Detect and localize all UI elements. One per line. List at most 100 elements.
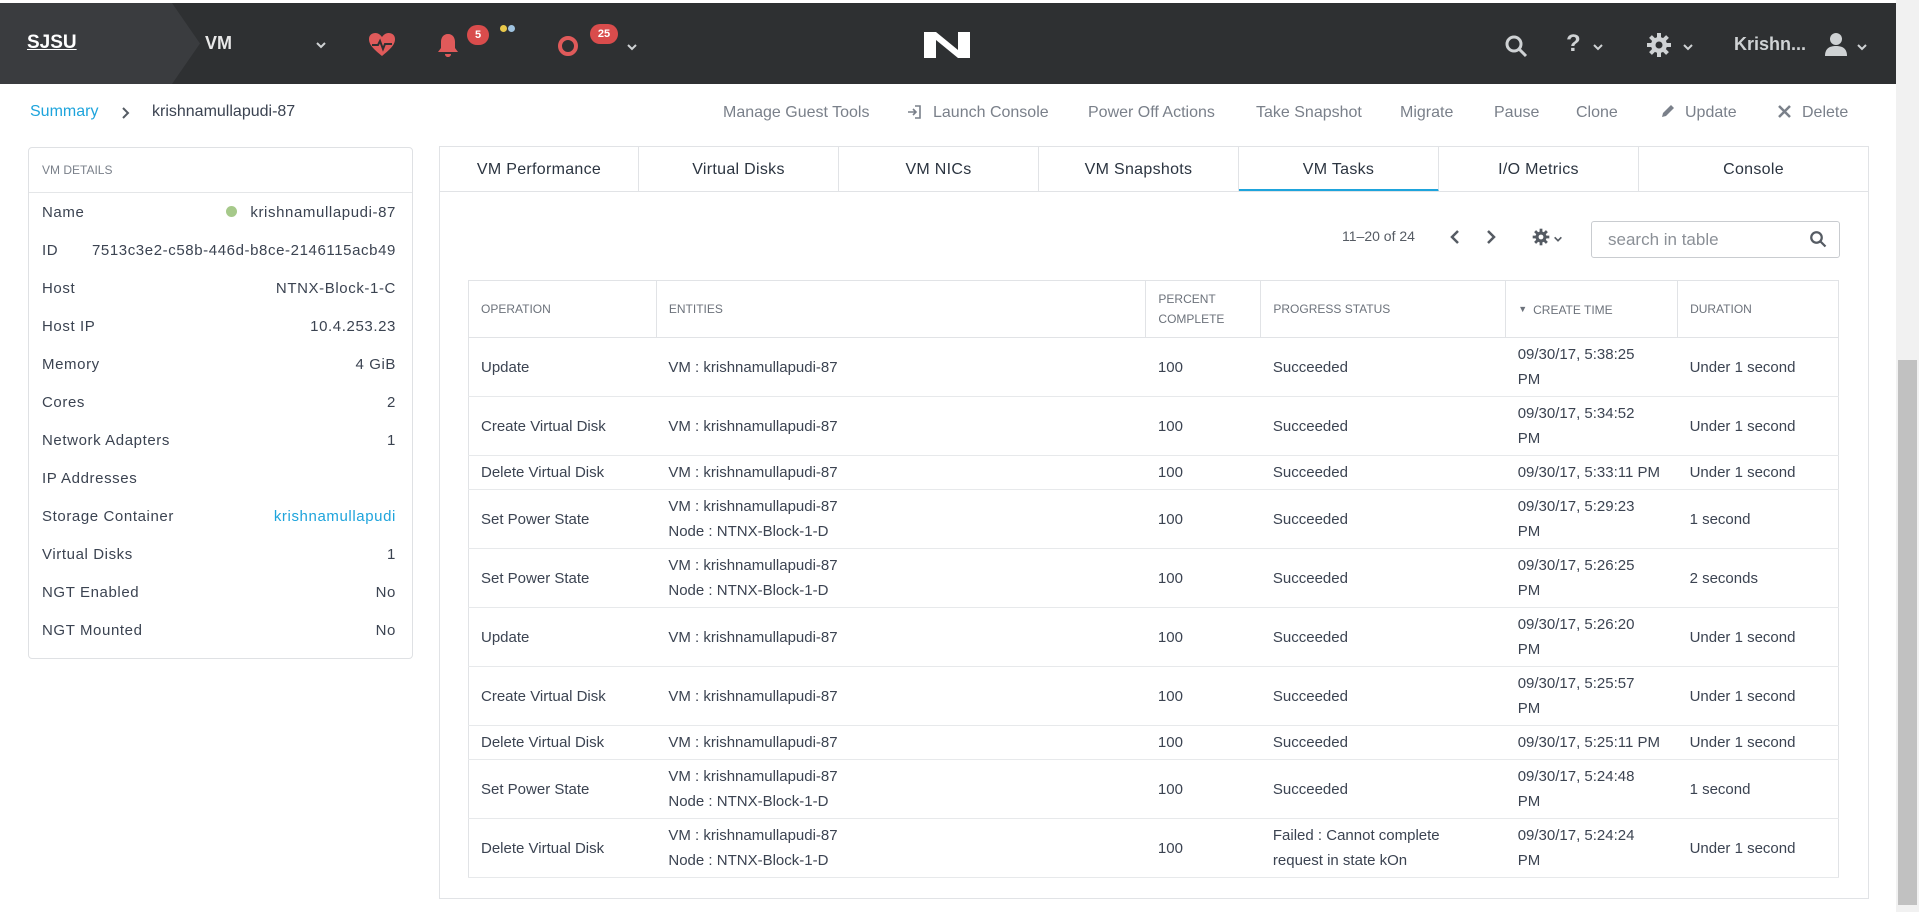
tab-vm-snapshots[interactable]: VM Snapshots xyxy=(1039,147,1239,192)
time-line: PM xyxy=(1517,700,1541,717)
storage-container-link[interactable]: krishnamullapudi xyxy=(274,508,396,525)
close-icon[interactable] xyxy=(1777,104,1792,119)
column-header-percent-complete[interactable]: PERCENT COMPLETE xyxy=(1145,280,1262,338)
column-header-create-time[interactable]: ▼ CREATE TIME xyxy=(1505,280,1679,338)
time-line: 09/30/17, 5:24:48 xyxy=(1517,768,1635,785)
alerts-bell-icon[interactable] xyxy=(437,33,459,58)
search-icon[interactable] xyxy=(1809,230,1827,248)
detail-value: krishnamullapudi-87 xyxy=(226,204,396,221)
tab-virtual-disks[interactable]: Virtual Disks xyxy=(639,147,839,192)
tab-console[interactable]: Console xyxy=(1639,147,1868,192)
time-line: PM xyxy=(1517,430,1541,447)
detail-value: 10.4.253.23 xyxy=(310,318,396,335)
user-avatar-icon[interactable] xyxy=(1824,32,1848,56)
tab-vm-performance[interactable]: VM Performance xyxy=(440,147,639,192)
chevron-down-icon[interactable] xyxy=(315,39,327,51)
cluster-name-tab[interactable]: SJSU xyxy=(0,3,200,84)
cell-entities: VM : krishnamullapudi-87 xyxy=(656,337,1146,397)
detail-key: Host IP xyxy=(42,318,96,335)
detail-row-network-adapters: Network Adapters 1 xyxy=(42,432,396,452)
cell-create-time: 09/30/17, 5:34:52 PM xyxy=(1505,396,1678,456)
tab-io-metrics[interactable]: I/O Metrics xyxy=(1439,147,1639,192)
scrollbar-thumb[interactable] xyxy=(1898,360,1917,905)
detail-row-ngt-mounted: NGT Mounted No xyxy=(42,622,396,642)
previous-page-icon[interactable] xyxy=(1449,230,1461,244)
table-search-input[interactable]: search in table xyxy=(1591,221,1840,258)
entity-vm: VM : krishnamullapudi-87 xyxy=(668,827,838,844)
breadcrumb-current: krishnamullapudi-87 xyxy=(152,103,296,120)
cluster-name[interactable]: SJSU xyxy=(27,32,77,54)
detail-row-virtual-disks: Virtual Disks 1 xyxy=(42,546,396,566)
column-header-operation[interactable]: OPERATION xyxy=(468,280,657,338)
cell-create-time: 09/30/17, 5:25:11 PM xyxy=(1505,725,1678,760)
info-dot-icon xyxy=(508,25,515,32)
launch-console-icon[interactable] xyxy=(906,104,922,120)
pencil-icon[interactable] xyxy=(1660,104,1675,119)
cell-operation: Set Power State xyxy=(468,548,657,608)
entity-node: Node : NTNX-Block-1-D xyxy=(668,582,829,599)
column-header-progress-status[interactable]: PROGRESS STATUS xyxy=(1260,280,1507,338)
delete-button[interactable]: Delete xyxy=(1802,104,1848,122)
detail-row-ip-addresses: IP Addresses xyxy=(42,470,396,490)
detail-key: NGT Mounted xyxy=(42,622,143,639)
table-row: Set Power State VM : krishnamullapudi-87… xyxy=(468,548,1839,608)
detail-key: Network Adapters xyxy=(42,432,170,449)
cell-percent: 100 xyxy=(1145,548,1261,608)
time-line: 09/30/17, 5:38:25 xyxy=(1517,346,1635,363)
launch-console-button[interactable]: Launch Console xyxy=(933,104,1049,122)
chevron-down-icon[interactable] xyxy=(1682,41,1694,53)
entity-vm: VM : krishnamullapudi-87 xyxy=(668,417,838,435)
chevron-down-icon[interactable] xyxy=(626,41,638,53)
cell-duration: Under 1 second xyxy=(1677,455,1839,490)
detail-key: Storage Container xyxy=(42,508,174,525)
cell-percent: 100 xyxy=(1145,607,1261,667)
status-dot-icon xyxy=(226,206,238,217)
time-line: PM xyxy=(1517,582,1541,599)
search-icon[interactable] xyxy=(1504,34,1528,58)
cell-entities: VM : krishnamullapudi-87 Node : NTNX-Bloc… xyxy=(656,818,1146,878)
cell-duration: Under 1 second xyxy=(1677,337,1839,397)
cell-duration: Under 1 second xyxy=(1677,725,1839,760)
next-page-icon[interactable] xyxy=(1485,230,1497,244)
user-name[interactable]: Krishn... xyxy=(1734,34,1806,55)
cell-percent: 100 xyxy=(1145,725,1261,760)
breadcrumb-summary-link[interactable]: Summary xyxy=(30,103,98,121)
detail-row-cores: Cores 2 xyxy=(42,394,396,414)
update-button[interactable]: Update xyxy=(1685,104,1737,122)
table-settings-gear-icon[interactable] xyxy=(1532,228,1550,246)
detail-key: ID xyxy=(42,242,59,259)
time-line: PM xyxy=(1517,371,1541,388)
divider xyxy=(29,192,412,193)
entity-vm: VM : krishnamullapudi-87 xyxy=(668,464,838,481)
cell-operation: Delete Virtual Disk xyxy=(468,725,657,760)
manage-guest-tools-button[interactable]: Manage Guest Tools xyxy=(723,104,869,122)
column-header-entities[interactable]: ENTITIES xyxy=(656,280,1147,338)
help-icon[interactable]: ? xyxy=(1566,30,1581,58)
detail-row-ngt-enabled: NGT Enabled No xyxy=(42,584,396,604)
chevron-down-icon[interactable] xyxy=(1856,41,1868,53)
detail-row-id: ID 7513c3e2-c58b-446d-b8ce-2146115acb49 xyxy=(42,242,396,262)
nutanix-logo-icon xyxy=(924,32,970,58)
sort-desc-icon[interactable]: ▼ xyxy=(1518,304,1527,314)
pause-button[interactable]: Pause xyxy=(1494,104,1539,122)
time-line: PM xyxy=(1517,852,1541,869)
clone-button[interactable]: Clone xyxy=(1576,104,1618,122)
gear-icon[interactable] xyxy=(1646,32,1672,58)
column-header-duration[interactable]: DURATION xyxy=(1677,280,1839,338)
table-row: Delete Virtual Disk VM : krishnamullapud… xyxy=(468,818,1839,878)
migrate-button[interactable]: Migrate xyxy=(1400,104,1453,122)
health-heart-icon[interactable] xyxy=(368,32,396,57)
tab-vm-tasks[interactable]: VM Tasks xyxy=(1239,147,1439,192)
vm-view-selector[interactable]: VM xyxy=(205,33,232,54)
cell-create-time: 09/30/17, 5:26:25 PM xyxy=(1505,548,1678,608)
tab-vm-nics[interactable]: VM NICs xyxy=(839,147,1039,192)
cell-status: Succeeded xyxy=(1260,337,1506,397)
chevron-down-icon[interactable] xyxy=(1592,41,1604,53)
tasks-circle-icon[interactable] xyxy=(557,35,579,57)
alerts-count-badge: 5 xyxy=(467,25,489,45)
take-snapshot-button[interactable]: Take Snapshot xyxy=(1256,104,1362,122)
table-row: Create Virtual Disk VM : krishnamullapud… xyxy=(468,396,1839,456)
chevron-down-icon[interactable] xyxy=(1553,234,1563,244)
cell-duration: Under 1 second xyxy=(1677,666,1839,726)
power-off-actions-button[interactable]: Power Off Actions xyxy=(1088,104,1215,122)
